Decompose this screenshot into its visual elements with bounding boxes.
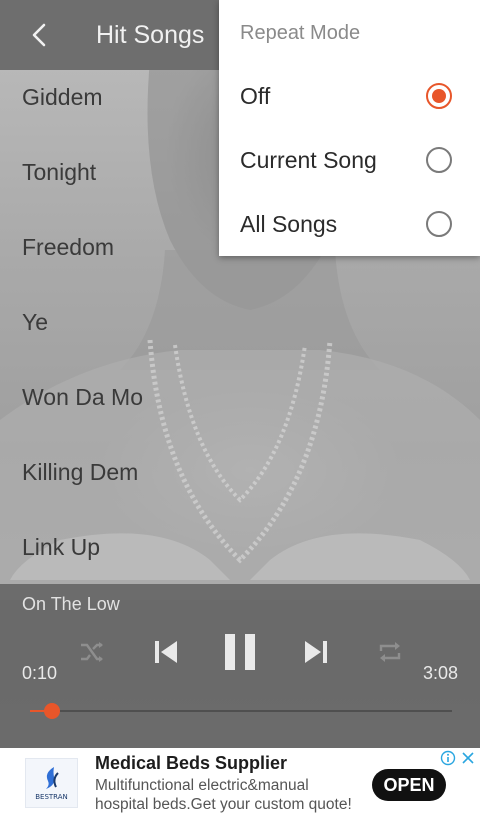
repeat-mode-menu: Repeat Mode Off Current Song All Songs bbox=[219, 0, 480, 256]
song-title: Ye bbox=[22, 309, 49, 335]
song-title: Killing Dem bbox=[22, 459, 139, 485]
now-playing-title: On The Low bbox=[22, 594, 120, 614]
ad-title: Medical Beds Supplier bbox=[95, 753, 288, 773]
radio-button[interactable] bbox=[426, 83, 452, 109]
repeat-option-current-song[interactable]: Current Song bbox=[219, 128, 480, 192]
shuffle-button[interactable] bbox=[72, 632, 112, 672]
back-button[interactable] bbox=[0, 0, 78, 70]
song-item[interactable]: Ye bbox=[0, 285, 480, 360]
song-title: Giddem bbox=[22, 84, 103, 110]
page-title: Hit Songs bbox=[96, 20, 205, 49]
song-title: Link Up bbox=[22, 534, 100, 560]
previous-button[interactable] bbox=[146, 632, 186, 672]
repeat-button[interactable] bbox=[370, 632, 410, 672]
option-label: Off bbox=[240, 82, 271, 109]
elapsed-time: 0:10 bbox=[22, 663, 58, 683]
next-button[interactable] bbox=[296, 632, 336, 672]
repeat-option-off[interactable]: Off bbox=[219, 64, 480, 128]
song-item[interactable]: Won Da Mo bbox=[0, 360, 480, 435]
total-duration: 3:08 bbox=[422, 663, 458, 683]
song-item[interactable]: Link Up bbox=[0, 510, 480, 585]
song-title: Tonight bbox=[22, 159, 97, 185]
advertiser-logo: BESTRAN bbox=[25, 758, 78, 808]
option-label: Current Song bbox=[240, 146, 377, 173]
seek-thumb[interactable] bbox=[44, 703, 61, 719]
chevron-left-icon bbox=[32, 23, 46, 47]
brand-logo-icon bbox=[45, 767, 59, 789]
ad-open-button[interactable]: OPEN bbox=[372, 769, 446, 801]
radio-button[interactable] bbox=[426, 211, 452, 237]
option-label: All Songs bbox=[240, 210, 338, 237]
menu-title: Repeat Mode bbox=[240, 22, 361, 44]
logo-text: BESTRAN bbox=[35, 793, 68, 801]
repeat-icon bbox=[379, 642, 401, 662]
previous-icon bbox=[155, 641, 177, 663]
info-icon[interactable] bbox=[440, 750, 456, 766]
pause-icon bbox=[225, 634, 255, 670]
shuffle-icon bbox=[81, 642, 103, 662]
ad-banner[interactable]: BESTRAN Medical Beds Supplier Multifunct… bbox=[0, 748, 480, 815]
song-item[interactable]: Killing Dem bbox=[0, 435, 480, 510]
close-icon[interactable] bbox=[460, 750, 476, 766]
song-title: Freedom bbox=[22, 234, 115, 260]
player-panel: On The Low 0:10 3:08 bbox=[0, 584, 480, 748]
next-icon bbox=[305, 641, 327, 663]
ad-description: Multifunctional electric&manual hospital… bbox=[95, 777, 352, 813]
song-title: Won Da Mo bbox=[22, 384, 144, 410]
radio-button[interactable] bbox=[426, 147, 452, 173]
seek-bar[interactable] bbox=[30, 703, 452, 719]
pause-button[interactable] bbox=[219, 632, 261, 672]
repeat-option-all-songs[interactable]: All Songs bbox=[219, 192, 480, 256]
